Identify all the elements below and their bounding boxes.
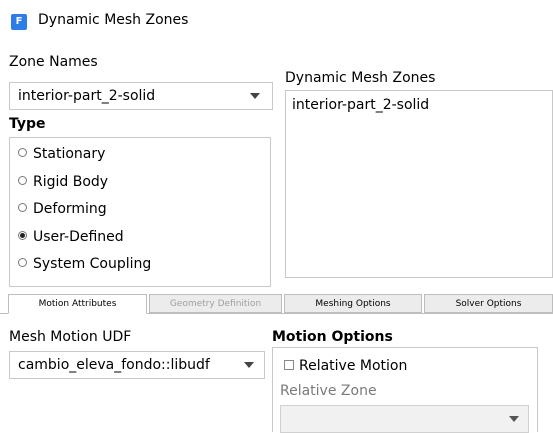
radio-label: Rigid Body: [33, 174, 109, 190]
radio-button[interactable]: [18, 148, 27, 157]
chevron-down-icon: [509, 416, 519, 422]
type-label: Type: [9, 116, 46, 132]
radio-button[interactable]: [18, 203, 27, 212]
mesh-motion-udf-value: cambio_eleva_fondo::libudf: [18, 357, 210, 373]
motion-options-label: Motion Options: [272, 329, 393, 345]
chevron-down-icon: [250, 93, 260, 99]
radio-label: User-Defined: [33, 229, 124, 245]
dynamic-mesh-zones-label: Dynamic Mesh Zones: [285, 70, 436, 86]
tab-motion-attributes[interactable]: Motion Attributes: [8, 294, 147, 314]
radio-label: Stationary: [33, 146, 106, 162]
fluent-app-icon: F: [11, 14, 27, 30]
zone-names-value: interior-part_2-solid: [18, 88, 156, 104]
radio-stationary[interactable]: Stationary: [18, 146, 105, 162]
tab-meshing-options[interactable]: Meshing Options: [284, 294, 422, 313]
window-title: Dynamic Mesh Zones: [38, 12, 189, 28]
radio-user-defined[interactable]: User-Defined: [18, 229, 124, 245]
tab-solver-options[interactable]: Solver Options: [424, 294, 553, 313]
radio-deforming[interactable]: Deforming: [18, 201, 107, 217]
radio-button[interactable]: [18, 258, 27, 267]
relative-zone-label: Relative Zone: [280, 383, 377, 399]
chevron-down-icon: [244, 362, 254, 368]
relative-motion-checkbox-row[interactable]: Relative Motion: [284, 358, 407, 374]
radio-label: Deforming: [33, 201, 107, 217]
motion-options-group-box: Relative Motion Relative Zone: [272, 347, 538, 433]
mesh-motion-udf-dropdown[interactable]: cambio_eleva_fondo::libudf: [9, 351, 265, 379]
radio-rigid-body[interactable]: Rigid Body: [18, 174, 108, 190]
radio-button-selected[interactable]: [18, 231, 27, 240]
mesh-motion-udf-label: Mesh Motion UDF: [9, 329, 132, 345]
relative-motion-label: Relative Motion: [299, 358, 408, 374]
relative-zone-dropdown[interactable]: [280, 405, 529, 433]
list-item[interactable]: interior-part_2-solid: [292, 97, 429, 113]
dynamic-mesh-zones-list[interactable]: interior-part_2-solid: [285, 90, 553, 278]
radio-system-coupling[interactable]: System Coupling: [18, 256, 151, 272]
zone-names-label: Zone Names: [9, 54, 98, 70]
radio-button[interactable]: [18, 176, 27, 185]
zone-names-dropdown[interactable]: interior-part_2-solid: [9, 82, 273, 110]
radio-label: System Coupling: [33, 256, 152, 272]
tab-geometry-definition[interactable]: Geometry Definition: [149, 294, 282, 313]
type-group-box: Stationary Rigid Body Deforming User-Def…: [9, 137, 271, 287]
relative-motion-checkbox[interactable]: [284, 360, 294, 370]
